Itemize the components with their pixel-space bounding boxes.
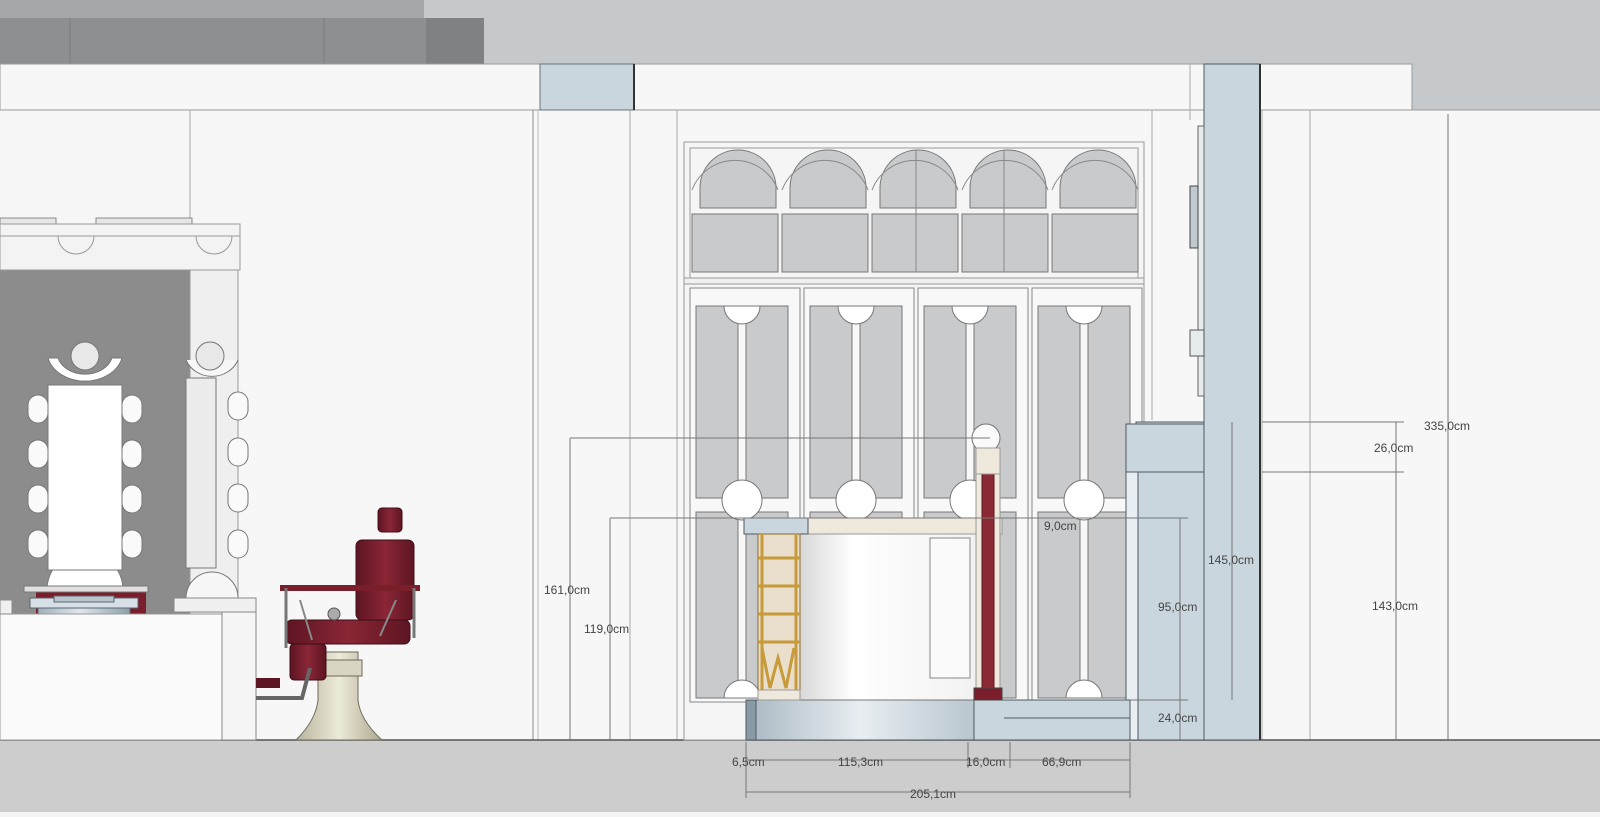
dim-143: 143,0cm	[1372, 599, 1418, 613]
dim-335: 335,0cm	[1424, 419, 1470, 433]
marble-post	[971, 423, 1003, 701]
dim-145: 145,0cm	[1208, 553, 1254, 567]
dim-119: 119,0cm	[584, 622, 629, 636]
floor	[0, 739, 1600, 812]
dim-115-3: 115,3cm	[838, 755, 883, 769]
dim-205-1: 205,1cm	[910, 787, 956, 801]
dim-16: 16,0cm	[966, 755, 1005, 769]
dim-95: 95,0cm	[1158, 600, 1197, 614]
dim-161: 161,0cm	[544, 583, 590, 597]
gold-cage	[757, 533, 801, 701]
dim-24: 24,0cm	[1158, 711, 1197, 725]
dim-66-9: 66,9cm	[1042, 755, 1081, 769]
elevation-drawing: 335,0cm 26,0cm 143,0cm 145,0cm 161,0cm 1…	[0, 0, 1600, 812]
dim-9: 9,0cm	[1044, 519, 1077, 533]
mirror-station	[0, 217, 257, 741]
dim-6-5: 6,5cm	[732, 755, 765, 769]
dim-26: 26,0cm	[1374, 441, 1413, 455]
counter	[0, 597, 257, 741]
